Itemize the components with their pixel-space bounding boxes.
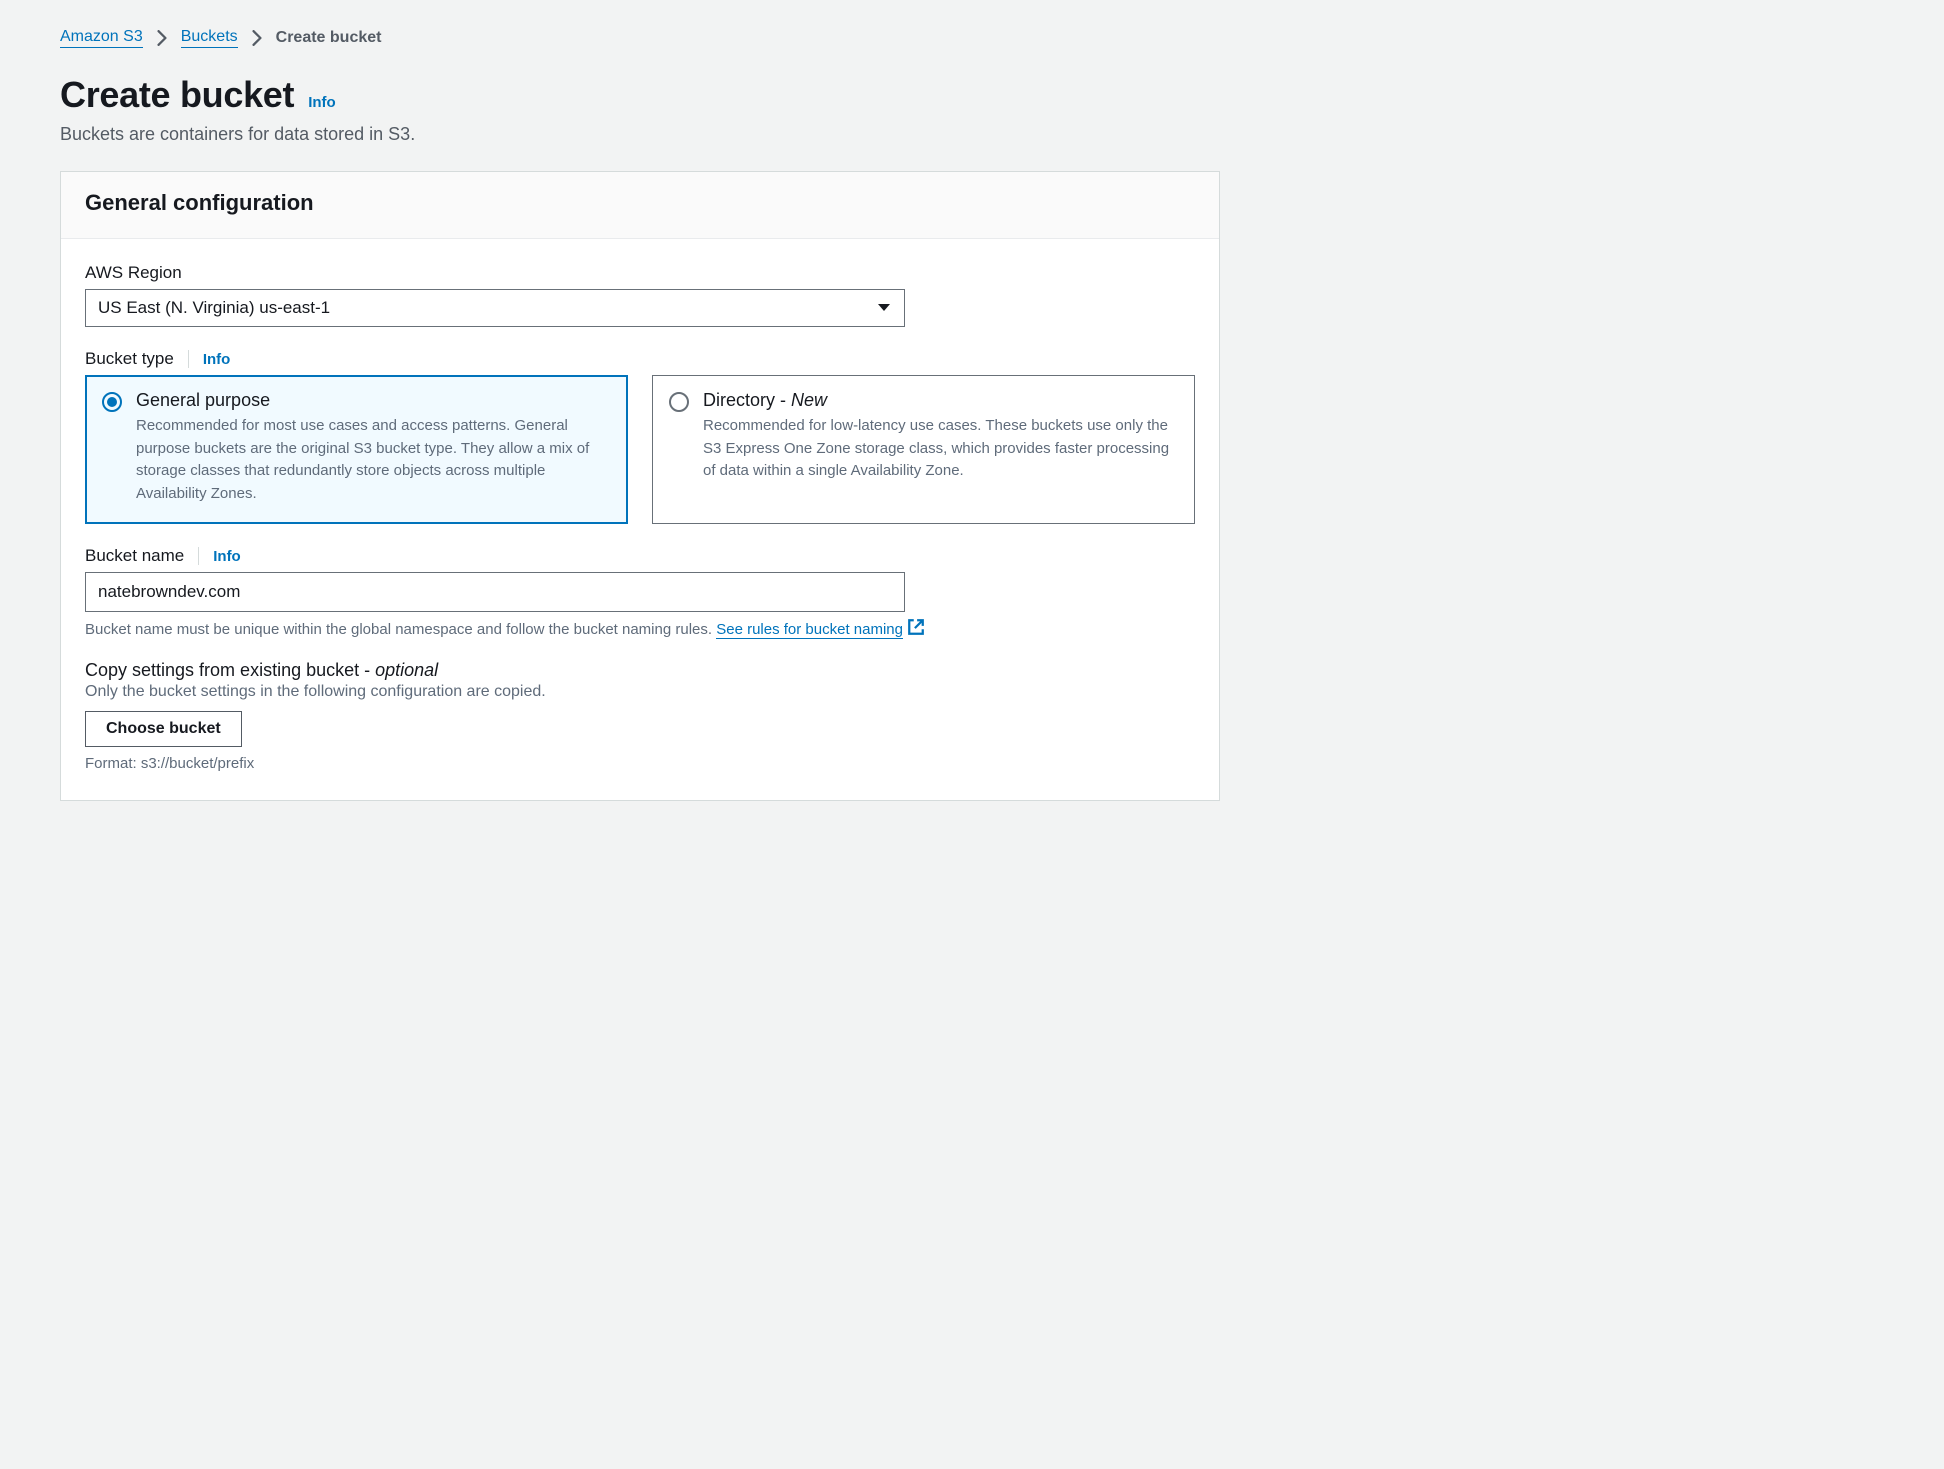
chevron-right-icon <box>157 30 167 46</box>
general-configuration-panel: General configuration AWS Region US East… <box>60 171 1220 801</box>
copy-settings-format: Format: s3://bucket/prefix <box>85 755 1195 772</box>
caret-down-icon <box>877 303 891 313</box>
tile-description: Recommended for low-latency use cases. T… <box>703 415 1178 483</box>
region-label: AWS Region <box>85 263 182 283</box>
chevron-right-icon <box>252 30 262 46</box>
bucket-type-label: Bucket type <box>85 349 174 369</box>
bucket-naming-rules-link[interactable]: See rules for bucket naming <box>716 621 903 639</box>
tile-title: Directory - New <box>703 390 1178 411</box>
separator <box>188 350 189 368</box>
page-title: Create bucket <box>60 74 294 116</box>
copy-settings-label: Copy settings from existing bucket - opt… <box>85 660 1195 681</box>
bucket-name-group: Bucket name Info Bucket name must be uni… <box>85 546 1195 638</box>
tile-title: General purpose <box>136 390 611 411</box>
bucket-name-input[interactable] <box>85 572 905 612</box>
bucket-type-group: Bucket type Info General purpose Recomme… <box>85 349 1195 524</box>
radio-icon <box>102 392 122 412</box>
radio-icon <box>669 392 689 412</box>
bucket-name-info-link[interactable]: Info <box>213 548 241 565</box>
copy-settings-group: Copy settings from existing bucket - opt… <box>85 660 1195 772</box>
page-description: Buckets are containers for data stored i… <box>60 124 1220 145</box>
copy-settings-description: Only the bucket settings in the followin… <box>85 683 1195 701</box>
bucket-name-label: Bucket name <box>85 546 184 566</box>
breadcrumb-current: Create bucket <box>276 29 382 47</box>
breadcrumb: Amazon S3 Buckets Create bucket <box>60 28 1220 48</box>
panel-title: General configuration <box>85 190 1195 216</box>
page-info-link[interactable]: Info <box>308 94 336 111</box>
bucket-type-info-link[interactable]: Info <box>203 351 231 368</box>
bucket-name-help: Bucket name must be unique within the gl… <box>85 618 1195 638</box>
region-select[interactable]: US East (N. Virginia) us-east-1 <box>85 289 905 327</box>
breadcrumb-buckets-link[interactable]: Buckets <box>181 28 238 48</box>
external-link-icon <box>907 618 925 636</box>
region-group: AWS Region US East (N. Virginia) us-east… <box>85 263 1195 327</box>
choose-bucket-button[interactable]: Choose bucket <box>85 711 242 747</box>
bucket-type-directory-tile[interactable]: Directory - New Recommended for low-late… <box>652 375 1195 524</box>
separator <box>198 547 199 565</box>
tile-description: Recommended for most use cases and acces… <box>136 415 611 505</box>
bucket-type-general-tile[interactable]: General purpose Recommended for most use… <box>85 375 628 524</box>
breadcrumb-root-link[interactable]: Amazon S3 <box>60 28 143 48</box>
